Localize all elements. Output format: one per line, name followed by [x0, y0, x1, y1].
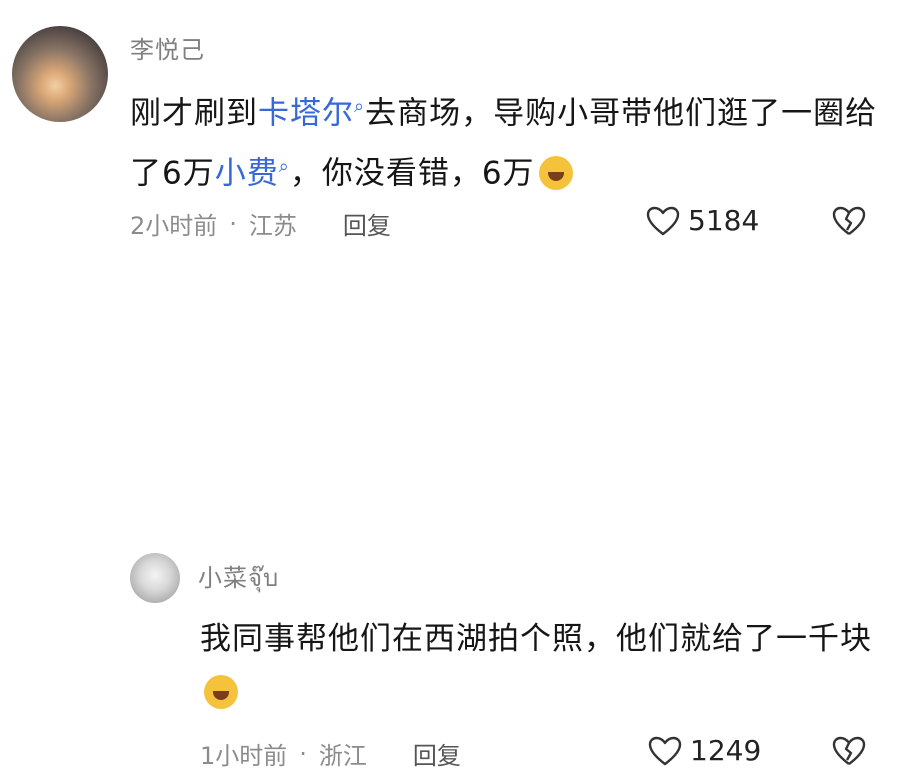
- reply-comment: 小菜จุ๊บ 我同事帮他们在西湖拍个照，他们就给了一千块 1小时前 · 浙江 回…: [0, 270, 900, 770]
- username[interactable]: 李悦己: [130, 30, 205, 65]
- avatar[interactable]: [12, 26, 108, 122]
- separator-dot: ·: [229, 209, 237, 238]
- dislike-button[interactable]: [832, 736, 866, 770]
- comment-meta: 2小时前 · 江苏 回复: [130, 206, 391, 241]
- location: 江苏: [248, 212, 297, 240]
- heart-outline-icon: [648, 736, 682, 765]
- location: 浙江: [318, 742, 367, 770]
- comment-text: 我同事帮他们在西湖拍个照，他们就给了一千块: [200, 612, 890, 720]
- separator-dot: ·: [299, 739, 307, 768]
- comment-text: 刚才刷到卡塔尔⌕去商场，导购小哥带他们逛了一圈给了6万小费⌕，你没看错，6万: [130, 80, 890, 201]
- pleading-tears-emoji: [204, 675, 238, 709]
- search-link-tip[interactable]: 小费: [215, 156, 279, 192]
- timestamp: 1小时前: [200, 742, 288, 770]
- username[interactable]: 小菜จุ๊บ: [198, 558, 279, 597]
- comment-text-segment: 刚才刷到: [130, 95, 258, 132]
- broken-heart-icon: [832, 736, 866, 765]
- timestamp: 2小时前: [130, 212, 218, 240]
- like-button[interactable]: 1249: [648, 734, 761, 767]
- like-count: 5184: [688, 204, 760, 237]
- comment: 李悦己 刚才刷到卡塔尔⌕去商场，导购小哥带他们逛了一圈给了6万小费⌕，你没看错，…: [0, 0, 900, 260]
- dislike-button[interactable]: [832, 206, 866, 240]
- like-count: 1249: [690, 734, 762, 767]
- laughing-tears-emoji: [538, 155, 573, 190]
- comment-text-segment: 我同事帮他们在西湖拍个照，他们就给了一千块: [200, 621, 872, 657]
- heart-outline-icon: [646, 206, 680, 235]
- reply-button[interactable]: 回复: [413, 736, 461, 771]
- avatar[interactable]: [130, 553, 180, 603]
- comment-meta: 1小时前 · 浙江 回复: [200, 736, 461, 771]
- search-icon[interactable]: ⌕: [279, 156, 290, 177]
- search-link-qatar[interactable]: 卡塔尔: [258, 95, 354, 131]
- search-icon[interactable]: ⌕: [354, 96, 365, 117]
- comment-text-segment: ，你没看错，6万: [289, 155, 535, 192]
- broken-heart-icon: [832, 206, 866, 235]
- reply-button[interactable]: 回复: [343, 206, 391, 241]
- like-button[interactable]: 5184: [646, 204, 759, 237]
